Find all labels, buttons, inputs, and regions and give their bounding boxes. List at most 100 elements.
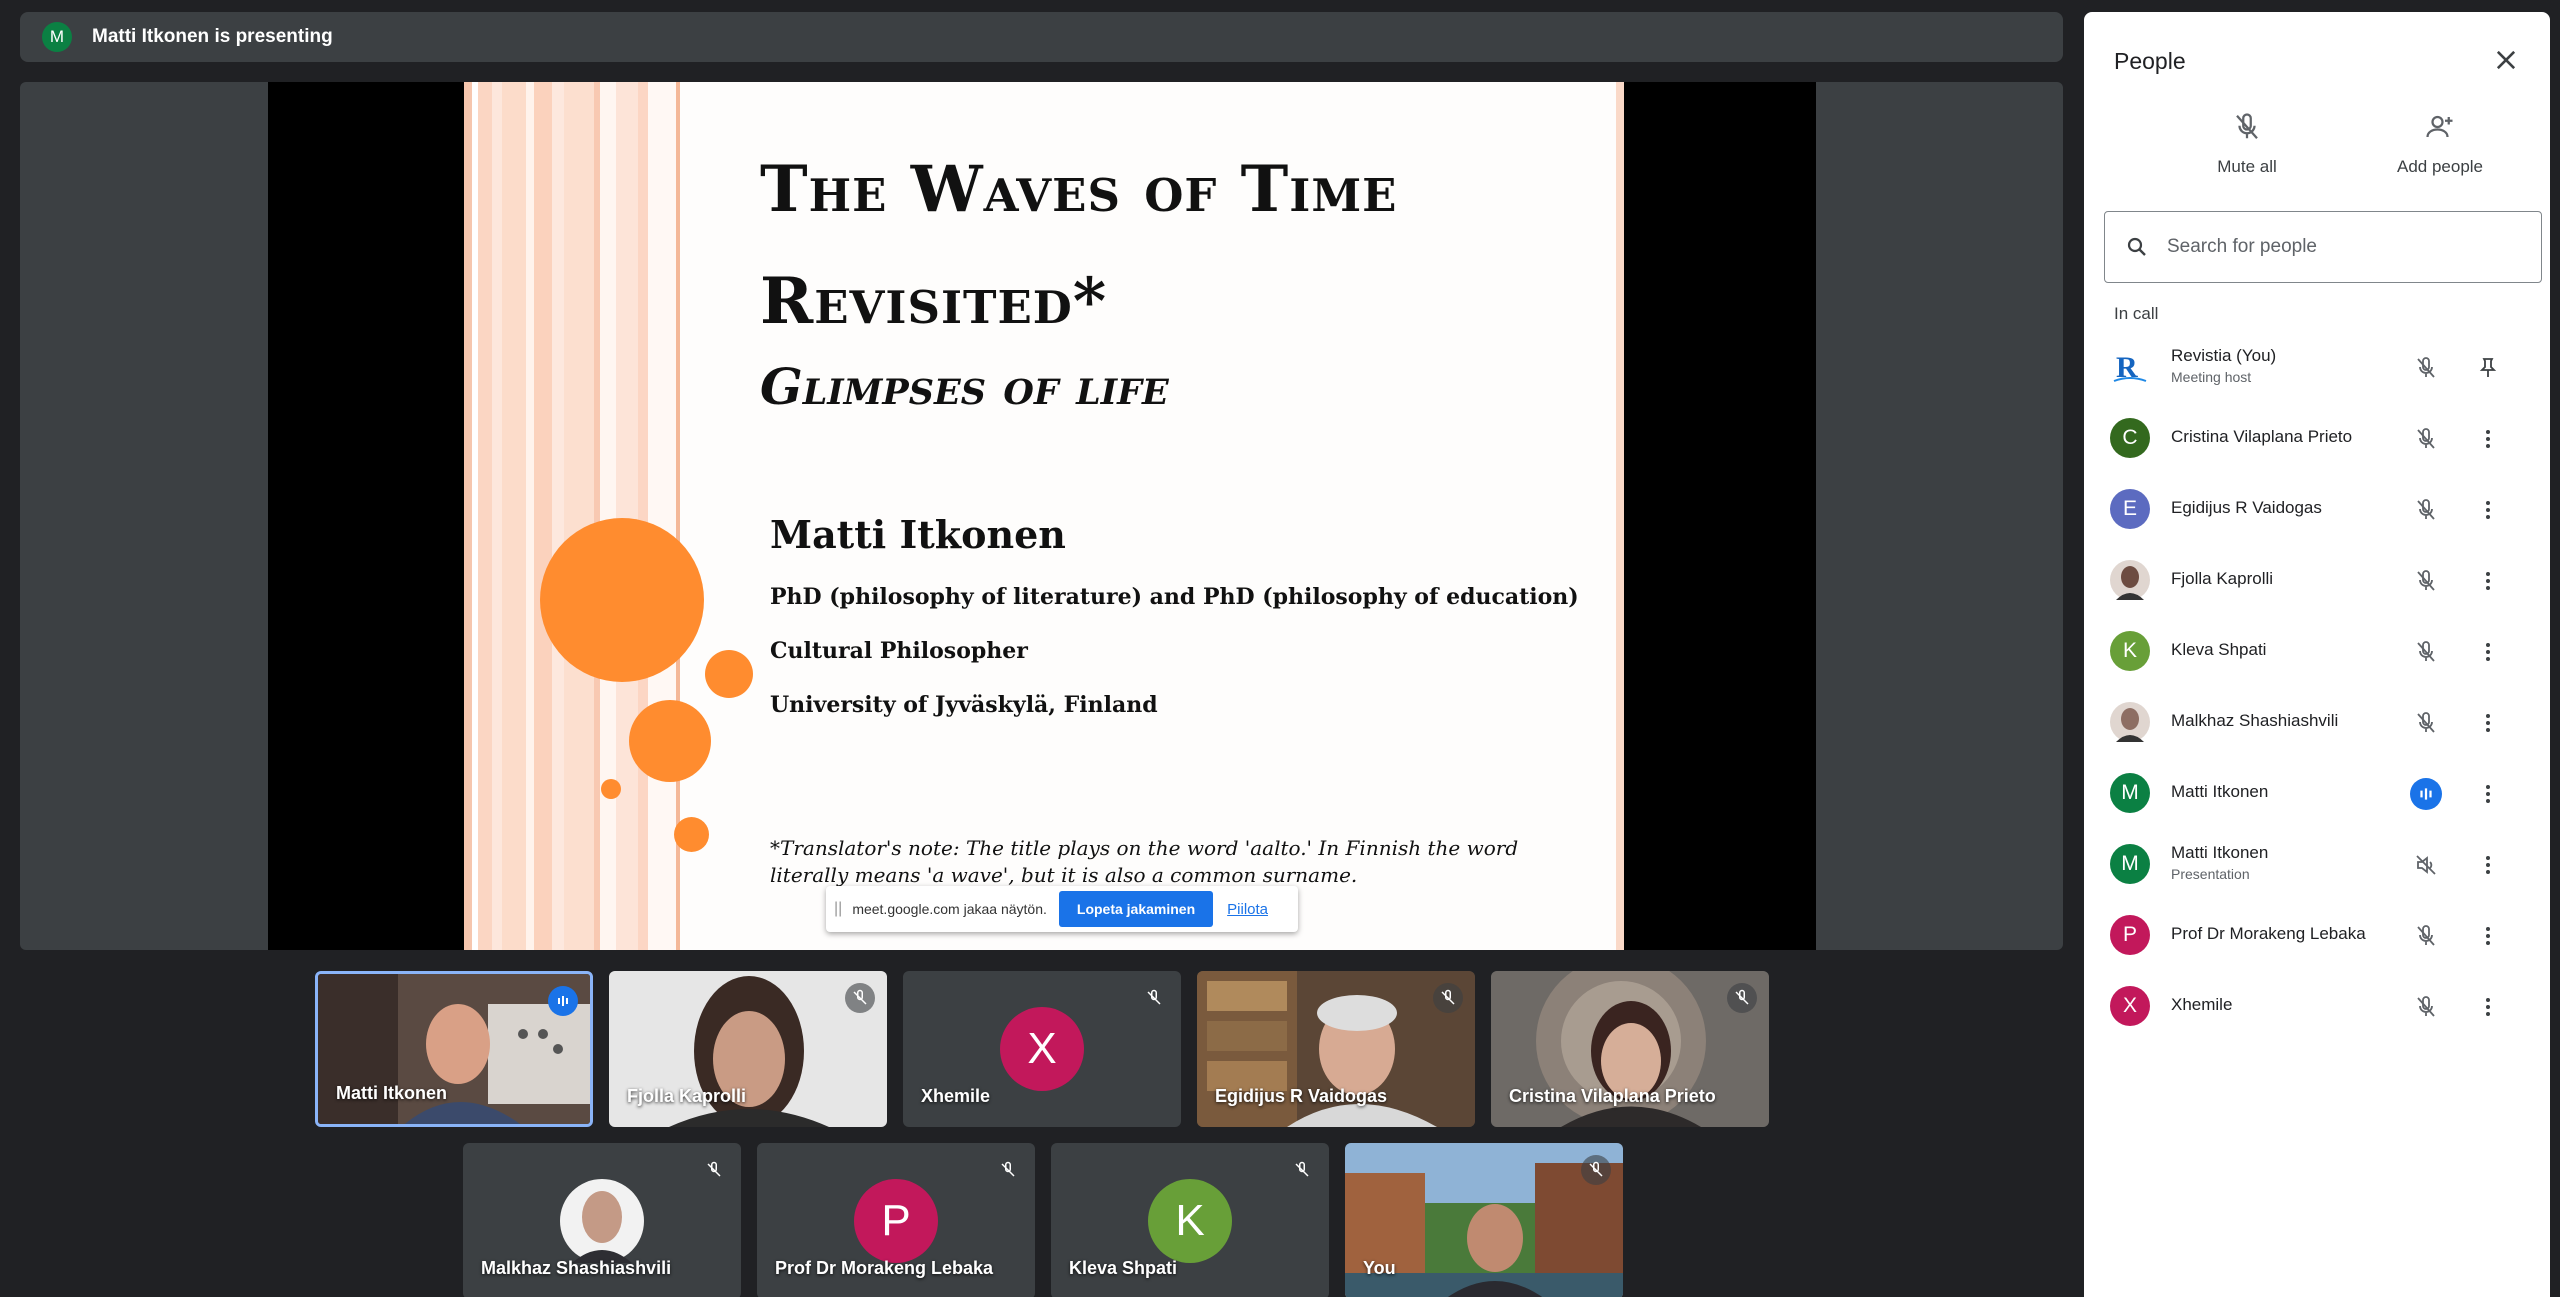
tile-egidijus-vaidogas[interactable]: Egidijus R Vaidogas bbox=[1197, 971, 1475, 1127]
presenter-avatar: M bbox=[42, 22, 72, 52]
panel-title: People bbox=[2114, 48, 2186, 74]
participant-photo bbox=[2110, 560, 2150, 600]
more-icon[interactable] bbox=[2472, 920, 2504, 952]
participant-row[interactable]: Malkhaz Shashiashvili bbox=[2084, 687, 2550, 758]
shared-screen: The Waves of Time Revisited* Glimpses of… bbox=[268, 82, 1816, 950]
participant-row[interactable]: X Xhemile bbox=[2084, 971, 2550, 1042]
tile-name: Prof Dr Morakeng Lebaka bbox=[775, 1258, 994, 1278]
add-people-button[interactable]: Add people bbox=[2360, 112, 2520, 177]
mic-off-icon[interactable] bbox=[2410, 920, 2442, 952]
participant-row[interactable]: M Matti Itkonen bbox=[2084, 758, 2550, 829]
search-icon bbox=[2127, 237, 2146, 256]
orange-circle bbox=[629, 700, 711, 782]
speaking-indicator-icon bbox=[548, 986, 578, 1016]
screen-share-notification: || meet.google.com jakaa näytön. Lopeta … bbox=[826, 886, 1298, 932]
mic-off-icon bbox=[699, 1155, 729, 1185]
tile-prof-dr-morakeng-lebaka[interactable]: P Prof Dr Morakeng Lebaka bbox=[757, 1143, 1035, 1297]
participant-row[interactable]: K Kleva Shpati bbox=[2084, 616, 2550, 687]
pin-icon[interactable] bbox=[2472, 352, 2504, 384]
slide-title: The Waves of Time Revisited* bbox=[760, 152, 1398, 339]
participant-photo bbox=[2110, 702, 2150, 742]
in-call-section-label: In call bbox=[2114, 304, 2159, 323]
mic-off-icon[interactable] bbox=[2410, 565, 2442, 597]
participant-row[interactable]: M Matti Itkonen Presentation bbox=[2084, 829, 2550, 900]
tile-cristina-vilaplana-prieto[interactable]: Cristina Vilaplana Prieto bbox=[1491, 971, 1769, 1127]
slide-edge bbox=[1616, 82, 1624, 950]
mic-off-icon bbox=[1139, 983, 1169, 1013]
search-box bbox=[2104, 211, 2542, 283]
participant-avatar: M bbox=[2110, 773, 2150, 813]
more-icon[interactable] bbox=[2472, 565, 2504, 597]
tile-name: Egidijus R Vaidogas bbox=[1215, 1086, 1388, 1106]
participant-avatar: X bbox=[1000, 1007, 1084, 1091]
speaking-indicator-icon[interactable] bbox=[2410, 778, 2442, 810]
tile-matti-itkonen[interactable]: Matti Itkonen bbox=[315, 971, 593, 1127]
mic-off-icon bbox=[1727, 983, 1757, 1013]
participant-subtitle: Meeting host bbox=[2171, 369, 2252, 385]
more-icon[interactable] bbox=[2472, 636, 2504, 668]
participant-row[interactable]: E Egidijus R Vaidogas bbox=[2084, 474, 2550, 545]
mute-all-button[interactable]: Mute all bbox=[2167, 112, 2327, 177]
more-icon[interactable] bbox=[2472, 494, 2504, 526]
tile-name: Fjolla Kaprolli bbox=[627, 1086, 747, 1106]
mute-all-label: Mute all bbox=[2217, 157, 2277, 176]
participant-name: Fjolla Kaprolli bbox=[2171, 569, 2274, 588]
search-input[interactable] bbox=[2167, 236, 2527, 258]
slide-author: Matti Itkonen bbox=[770, 512, 1066, 557]
tile-kleva-shpati[interactable]: K Kleva Shpati bbox=[1051, 1143, 1329, 1297]
tile-malkhaz-shashiashvili[interactable]: Malkhaz Shashiashvili bbox=[463, 1143, 741, 1297]
mic-off-icon[interactable] bbox=[2410, 494, 2442, 526]
tile-name: Cristina Vilaplana Prieto bbox=[1509, 1086, 1716, 1106]
participant-avatar: P bbox=[854, 1179, 938, 1263]
tile-name: Kleva Shpati bbox=[1069, 1258, 1178, 1278]
more-icon[interactable] bbox=[2472, 991, 2504, 1023]
mic-off-icon[interactable] bbox=[2410, 636, 2442, 668]
participant-name: Prof Dr Morakeng Lebaka bbox=[2171, 924, 2366, 943]
hide-link[interactable]: Piilota bbox=[1227, 901, 1268, 918]
mic-off-icon bbox=[1433, 983, 1463, 1013]
more-icon[interactable] bbox=[2472, 849, 2504, 881]
participant-row[interactable]: C Cristina Vilaplana Prieto bbox=[2084, 403, 2550, 474]
participant-name: Malkhaz Shashiashvili bbox=[2171, 711, 2339, 730]
presentation-audio-off-icon[interactable] bbox=[2410, 849, 2442, 881]
mic-off-icon bbox=[1287, 1155, 1317, 1185]
slide-role: Cultural Philosopher bbox=[770, 638, 1028, 664]
drag-handle[interactable]: || bbox=[834, 900, 842, 918]
slide-university: University of Jyväskylä, Finland bbox=[770, 692, 1158, 718]
mic-off-icon[interactable] bbox=[2410, 707, 2442, 739]
participant-avatar: K bbox=[2110, 631, 2150, 671]
mic-off-icon bbox=[845, 983, 875, 1013]
tile-fjolla-kaprolli[interactable]: Fjolla Kaprolli bbox=[609, 971, 887, 1127]
participant-photo bbox=[560, 1179, 644, 1263]
tile-xhemile[interactable]: X Xhemile bbox=[903, 971, 1181, 1127]
participant-row[interactable]: R Revistia (You) Meeting host bbox=[2084, 332, 2550, 403]
slide-footnote: *Translator's note: The title plays on t… bbox=[770, 836, 1519, 887]
add-people-label: Add people bbox=[2396, 157, 2484, 176]
mic-off-icon[interactable] bbox=[2410, 423, 2442, 455]
orange-circle bbox=[601, 779, 621, 799]
mic-off-icon bbox=[993, 1155, 1023, 1185]
participant-row[interactable]: P Prof Dr Morakeng Lebaka bbox=[2084, 900, 2550, 971]
more-icon[interactable] bbox=[2472, 423, 2504, 455]
participant-name: Revistia (You) bbox=[2171, 346, 2277, 365]
close-icon[interactable] bbox=[2492, 46, 2520, 74]
participant-row[interactable]: Fjolla Kaprolli bbox=[2084, 545, 2550, 616]
presenting-banner: M Matti Itkonen is presenting bbox=[20, 12, 2063, 62]
tile-name: You bbox=[1363, 1258, 1396, 1278]
mic-off-icon bbox=[1581, 1155, 1611, 1185]
stop-sharing-button[interactable]: Lopeta jakaminen bbox=[1058, 891, 1214, 927]
participant-name: Matti Itkonen bbox=[2171, 782, 2269, 801]
participant-name: Kleva Shpati bbox=[2171, 640, 2267, 659]
mic-off-icon[interactable] bbox=[2410, 352, 2442, 384]
participant-avatar: X bbox=[2110, 986, 2150, 1026]
people-list: R Revistia (You) Meeting host C Cristina Vil… bbox=[2084, 332, 2550, 1042]
more-icon[interactable] bbox=[2472, 707, 2504, 739]
participant-avatar: P bbox=[2110, 915, 2150, 955]
mic-off-icon[interactable] bbox=[2410, 991, 2442, 1023]
slide: The Waves of Time Revisited* Glimpses of… bbox=[464, 82, 1624, 950]
slide-decoration-stripes bbox=[464, 82, 686, 950]
tile-you[interactable]: You bbox=[1345, 1143, 1623, 1297]
more-icon[interactable] bbox=[2472, 778, 2504, 810]
presentation-stage: The Waves of Time Revisited* Glimpses of… bbox=[20, 82, 2063, 950]
participant-name: Xhemile bbox=[2171, 995, 2233, 1014]
